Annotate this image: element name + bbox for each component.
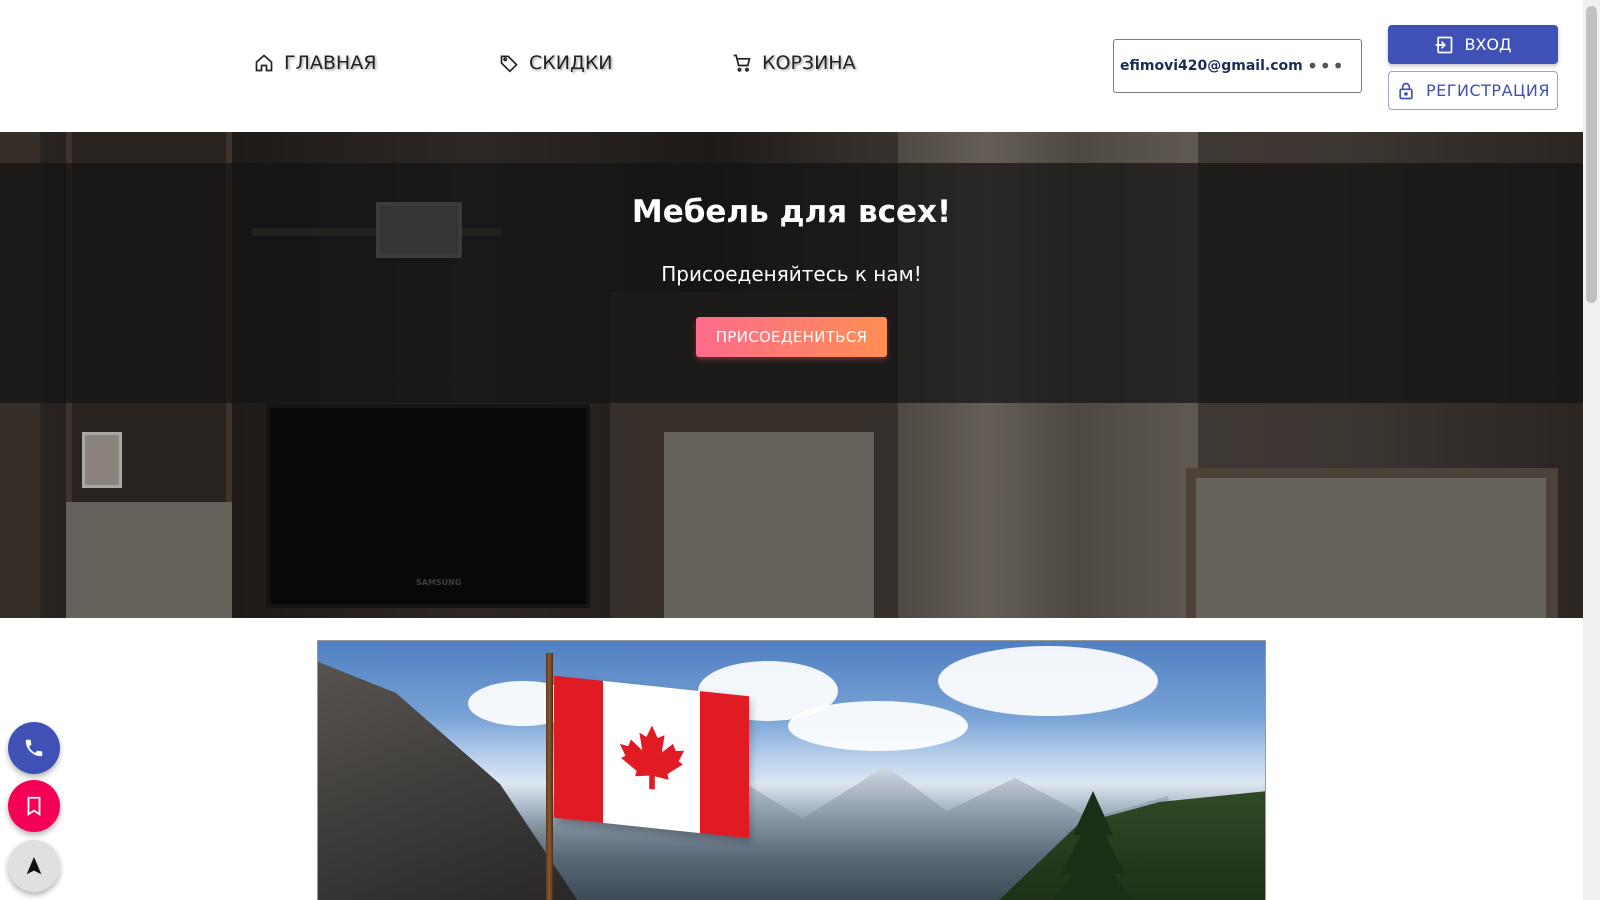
mountain-cliff <box>318 661 578 900</box>
nav-home-label: ГЛАВНАЯ <box>284 52 377 74</box>
canada-flag-mountains-image <box>317 640 1266 900</box>
app-header: ГЛАВНАЯ СКИДКИ КОРЗИНА efimovi420@gmail.… <box>0 0 1583 132</box>
bookmark-button[interactable] <box>8 780 60 832</box>
account-box: efimovi420@gmail.com ••• <box>1113 39 1362 93</box>
cloud-shape <box>938 646 1158 716</box>
bookmark-icon <box>27 796 41 816</box>
nav-home[interactable]: ГЛАВНАЯ <box>254 52 376 74</box>
hero-section: SAMSUNG Мебель для всех! Присоеденяйтесь… <box>0 132 1583 618</box>
navigation-arrow-icon <box>26 856 42 875</box>
maple-leaf-icon <box>619 725 684 790</box>
hero-subtitle: Присоеденяйтесь к нам! <box>661 262 922 286</box>
register-button[interactable]: РЕГИСТРАЦИЯ <box>1388 71 1558 110</box>
nav-sales-label: СКИДКИ <box>529 52 613 74</box>
login-icon <box>1436 36 1453 53</box>
page-scrollbar[interactable] <box>1583 0 1600 900</box>
scrollbar-thumb[interactable] <box>1586 6 1597 303</box>
home-icon <box>255 54 273 72</box>
phone-icon <box>25 739 43 757</box>
register-label: РЕГИСТРАЦИЯ <box>1425 81 1551 100</box>
cloud-shape <box>788 701 968 751</box>
nav-sales[interactable]: СКИДКИ <box>499 52 613 74</box>
more-horizontal-icon[interactable]: ••• <box>1307 56 1345 76</box>
nav-cart[interactable]: КОРЗИНА <box>732 52 856 74</box>
flag-pole <box>546 653 553 900</box>
join-button[interactable]: ПРИСОЕДЕНИТЬСЯ <box>696 317 887 357</box>
login-button[interactable]: ВХОД <box>1388 25 1558 64</box>
account-email: efimovi420@gmail.com <box>1120 58 1303 74</box>
login-label: ВХОД <box>1464 35 1512 54</box>
nav-cart-label: КОРЗИНА <box>762 52 856 74</box>
hero-title: Мебель для всех! <box>631 194 952 230</box>
navigation-button[interactable] <box>8 840 60 892</box>
canada-flag <box>554 675 749 839</box>
phone-button[interactable] <box>8 722 60 774</box>
cart-icon <box>733 54 751 72</box>
tag-icon <box>500 55 518 73</box>
lock-icon <box>1399 82 1413 99</box>
